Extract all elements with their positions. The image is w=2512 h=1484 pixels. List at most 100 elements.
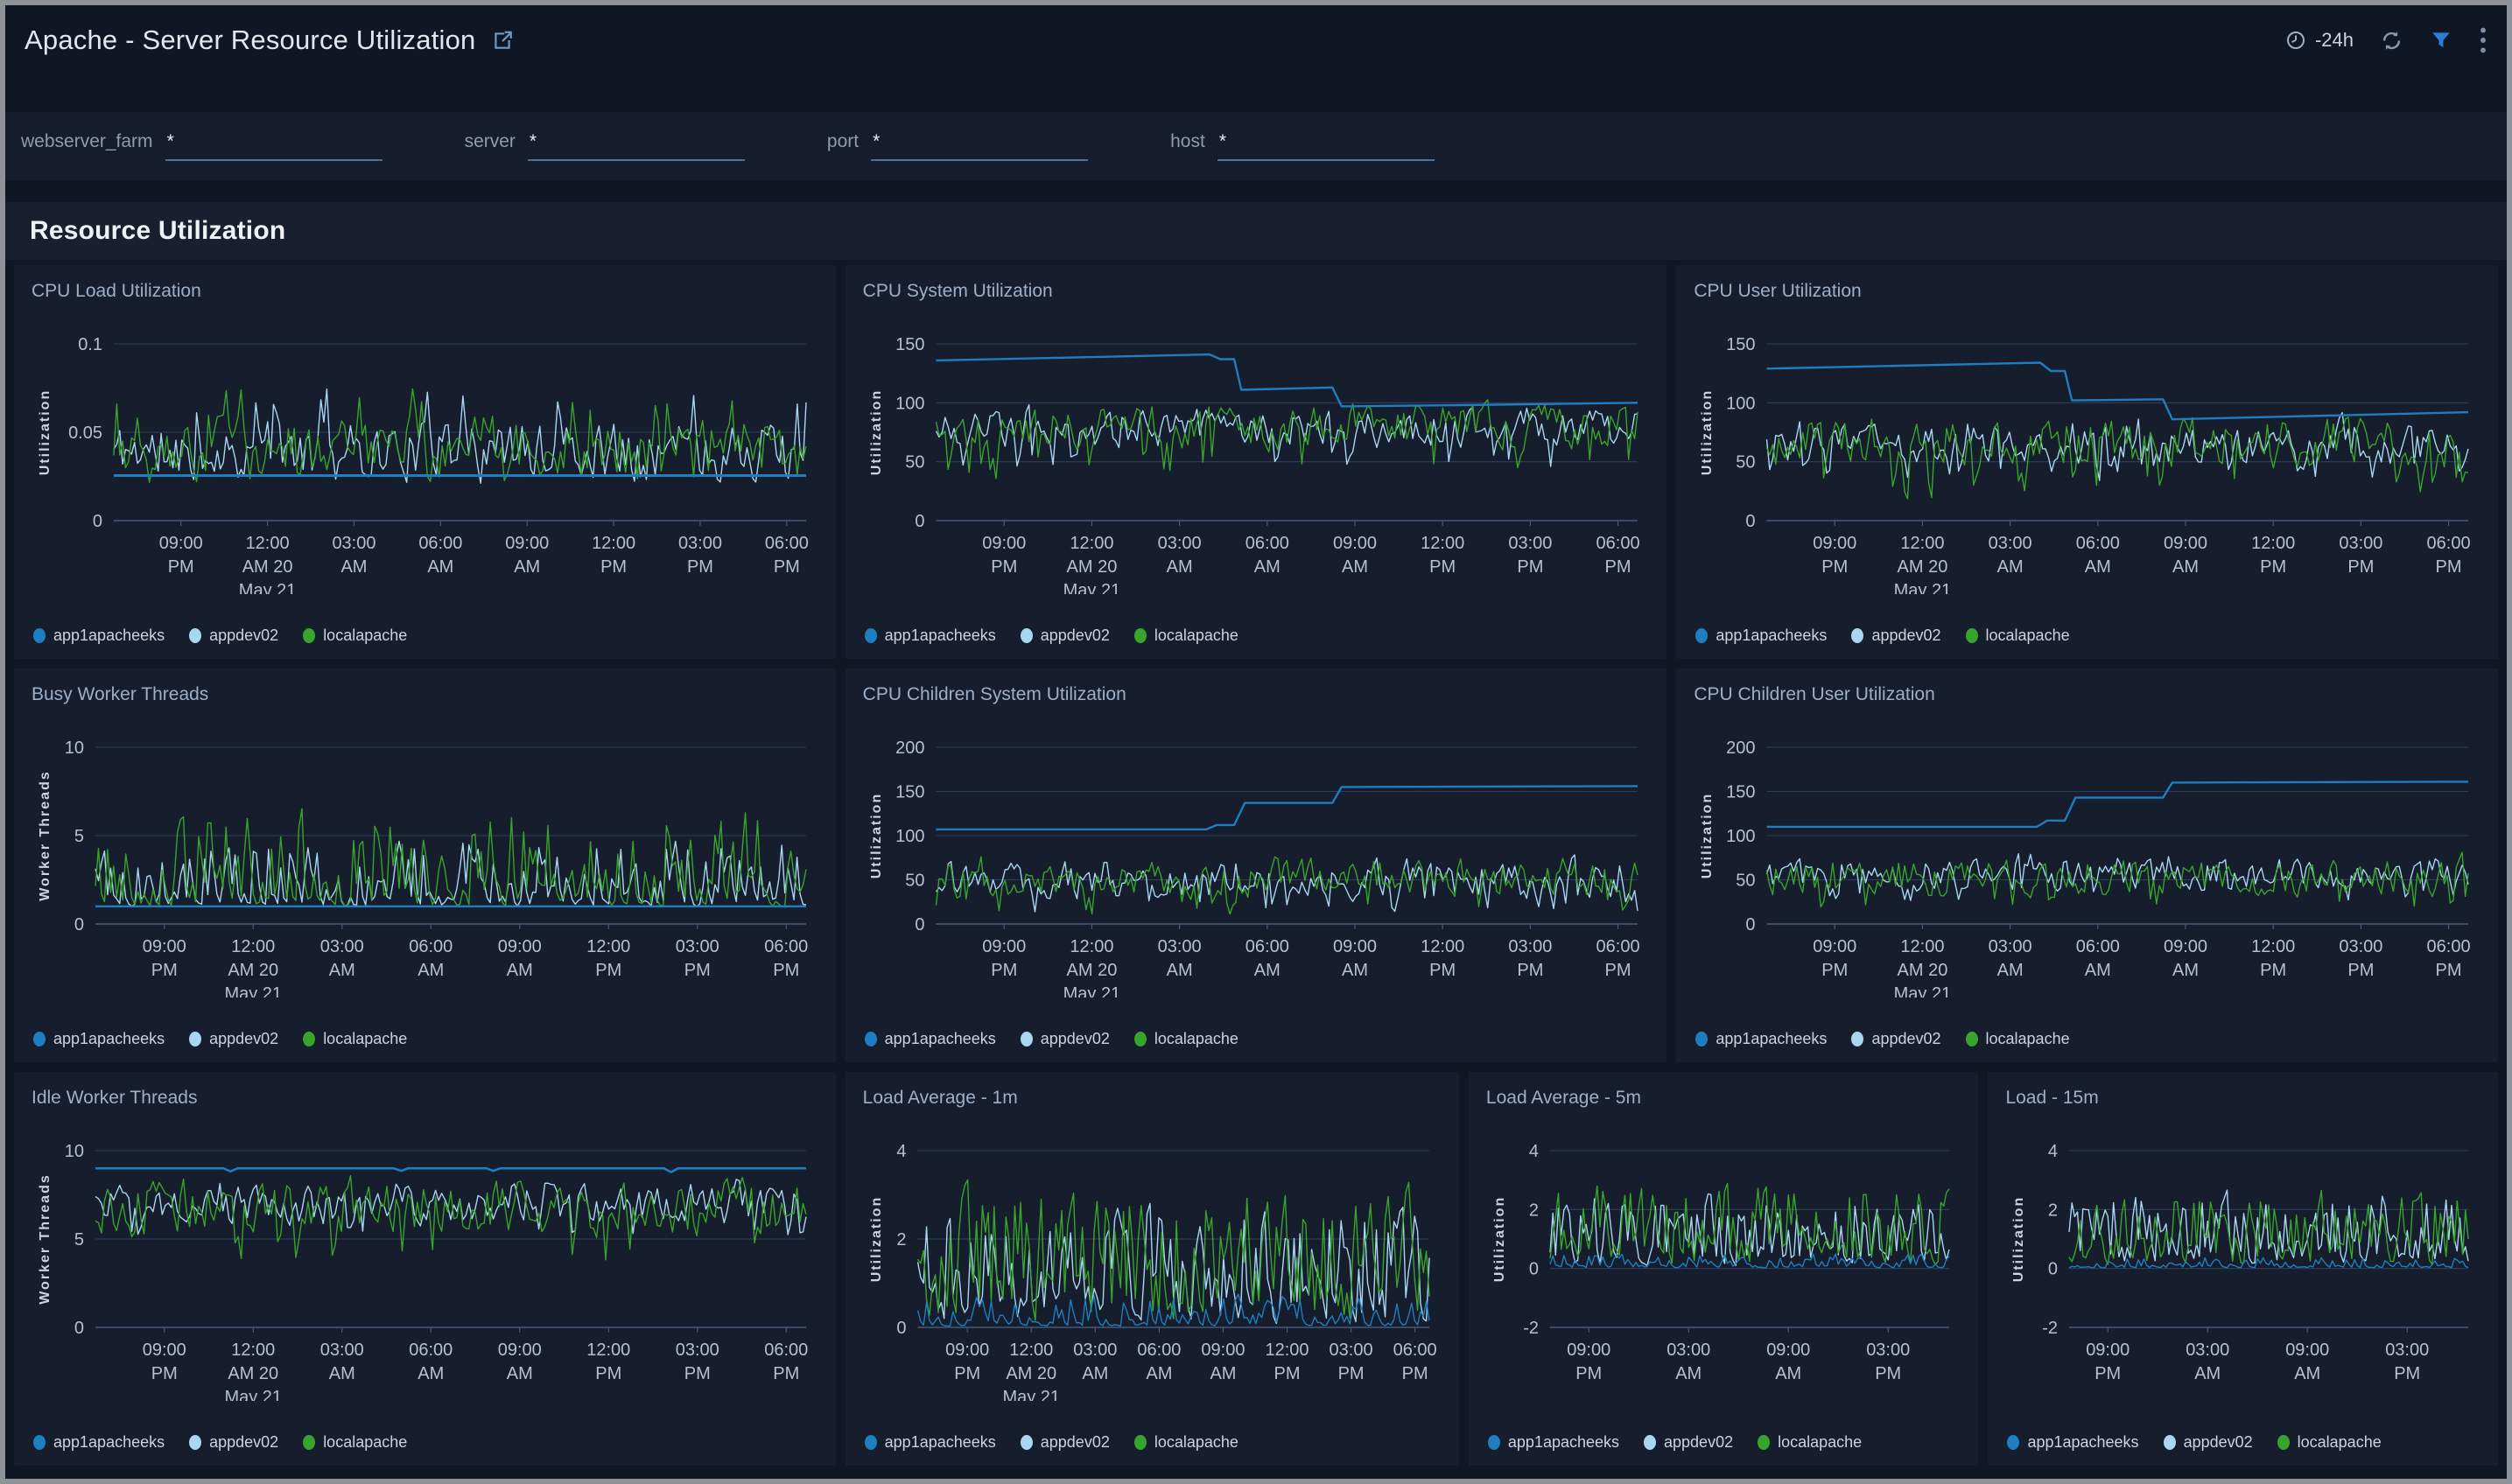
y-axis-label: Utilization bbox=[1492, 1196, 1507, 1282]
series-path-app1apacheeks bbox=[936, 354, 1638, 406]
chart-panel-cpu-user-utilization: CPU User Utilization050100150Utilization… bbox=[1676, 265, 2498, 659]
chart-canvas-load-average-1m[interactable]: 024Utilization09:00PM12:00AM 20May 2103:… bbox=[860, 1110, 1445, 1401]
x-tick-label: AM 20 bbox=[1066, 557, 1117, 577]
legend-item-appdev02[interactable]: appdev02 bbox=[189, 1030, 278, 1048]
chart-title: Load Average - 1m bbox=[863, 1088, 1445, 1109]
legend-item-app1apacheeks[interactable]: app1apacheeks bbox=[1695, 626, 1827, 645]
legend-item-app1apacheeks[interactable]: app1apacheeks bbox=[865, 626, 996, 645]
x-tick-label: PM bbox=[2395, 1364, 2421, 1383]
legend-dot bbox=[1966, 628, 1978, 643]
x-tick-label: PM bbox=[2436, 557, 2462, 577]
legend-dot bbox=[865, 628, 877, 643]
refresh-icon[interactable] bbox=[2380, 29, 2403, 52]
filter-icon[interactable] bbox=[2430, 29, 2452, 52]
legend-item-localapache[interactable]: localapache bbox=[1758, 1433, 1862, 1452]
legend-item-localapache[interactable]: localapache bbox=[1966, 626, 2070, 645]
x-tick-label: PM bbox=[1604, 557, 1631, 577]
legend-label: localapache bbox=[1154, 626, 1238, 645]
chart-panel-busy-worker-threads: Busy Worker Threads0510Worker Threads09:… bbox=[14, 668, 836, 1062]
y-axis-label: Worker Threads bbox=[38, 1173, 53, 1305]
y-tick-label: 10 bbox=[65, 738, 84, 758]
x-tick-label: 03:00 bbox=[1866, 1340, 1910, 1360]
legend-dot bbox=[33, 1435, 46, 1450]
chart-canvas-load-15m[interactable]: -2024Utilization09:00PM03:00AM09:00AM03:… bbox=[2002, 1110, 2484, 1401]
kebab-icon[interactable] bbox=[2479, 26, 2487, 54]
chart-canvas-load-average-5m[interactable]: -2024Utilization09:00PM03:00AM09:00AM03:… bbox=[1483, 1110, 1965, 1401]
legend-item-localapache[interactable]: localapache bbox=[1134, 626, 1238, 645]
filter-input-port[interactable] bbox=[871, 131, 1088, 161]
x-tick-label: May 21 bbox=[1002, 1388, 1060, 1401]
x-tick-label: 12:00 bbox=[1901, 534, 1945, 553]
chart-canvas-cpu-user-utilization[interactable]: 050100150Utilization09:00PM12:00AM 20May… bbox=[1690, 304, 2484, 594]
x-tick-label: AM 20 bbox=[1006, 1364, 1056, 1383]
x-tick-label: AM bbox=[1082, 1364, 1108, 1383]
legend-item-appdev02[interactable]: appdev02 bbox=[1021, 1030, 1110, 1048]
legend-item-localapache[interactable]: localapache bbox=[1966, 1030, 2070, 1048]
chart-title: Load Average - 5m bbox=[1486, 1088, 1965, 1109]
x-tick-label: 09:00 bbox=[2164, 937, 2207, 956]
legend-item-app1apacheeks[interactable]: app1apacheeks bbox=[1488, 1433, 1619, 1452]
legend-item-app1apacheeks[interactable]: app1apacheeks bbox=[2007, 1433, 2138, 1452]
x-tick-label: AM bbox=[2172, 557, 2199, 577]
chart-legend: app1apacheeks appdev02 localapache bbox=[1695, 626, 2484, 645]
legend-item-localapache[interactable]: localapache bbox=[2277, 1433, 2382, 1452]
x-tick-label: PM bbox=[684, 1364, 711, 1383]
legend-dot bbox=[1021, 628, 1033, 643]
chart-canvas-cpu-system-utilization[interactable]: 050100150Utilization09:00PM12:00AM 20May… bbox=[860, 304, 1653, 594]
x-tick-label: AM 20 bbox=[1066, 961, 1117, 980]
legend-item-app1apacheeks[interactable]: app1apacheeks bbox=[865, 1433, 996, 1452]
chart-canvas-busy-worker-threads[interactable]: 0510Worker Threads09:00PM12:00AM 20May 2… bbox=[28, 707, 822, 998]
series-path-localapache bbox=[1767, 417, 2469, 499]
filter-input-host[interactable] bbox=[1217, 131, 1435, 161]
legend-item-appdev02[interactable]: appdev02 bbox=[1851, 626, 1940, 645]
legend-item-localapache[interactable]: localapache bbox=[1134, 1433, 1238, 1452]
chart-panel-cpu-children-system-utilization: CPU Children System Utilization050100150… bbox=[846, 668, 1667, 1062]
chart-canvas-cpu-load-utilization[interactable]: 00.050.1Utilization09:00PM12:00AM 20May … bbox=[28, 304, 822, 594]
y-tick-label: 0.05 bbox=[68, 424, 102, 443]
x-tick-label: 12:00 bbox=[1070, 937, 1113, 956]
legend-item-localapache[interactable]: localapache bbox=[1134, 1030, 1238, 1048]
legend-item-appdev02[interactable]: appdev02 bbox=[189, 1433, 278, 1452]
filter-input-webserver-farm[interactable] bbox=[165, 131, 382, 161]
legend-item-app1apacheeks[interactable]: app1apacheeks bbox=[33, 1030, 165, 1048]
x-tick-label: 12:00 bbox=[231, 937, 275, 956]
legend-label: localapache bbox=[323, 626, 407, 645]
y-tick-label: 0 bbox=[74, 915, 84, 934]
legend-item-appdev02[interactable]: appdev02 bbox=[2164, 1433, 2253, 1452]
legend-label: appdev02 bbox=[1041, 1433, 1110, 1452]
chart-canvas-idle-worker-threads[interactable]: 0510Worker Threads09:00PM12:00AM 20May 2… bbox=[28, 1110, 822, 1401]
y-tick-label: 50 bbox=[905, 872, 924, 891]
share-icon[interactable] bbox=[491, 29, 514, 52]
x-tick-label: 06:00 bbox=[409, 937, 453, 956]
legend-item-app1apacheeks[interactable]: app1apacheeks bbox=[33, 1433, 165, 1452]
legend-dot bbox=[189, 628, 201, 643]
filter-input-server[interactable] bbox=[528, 131, 745, 161]
x-tick-label: 12:00 bbox=[1421, 937, 1464, 956]
legend-item-app1apacheeks[interactable]: app1apacheeks bbox=[33, 626, 165, 645]
time-range-button[interactable]: -24h bbox=[2285, 29, 2354, 52]
legend-label: app1apacheeks bbox=[1716, 1030, 1827, 1048]
legend-label: appdev02 bbox=[2184, 1433, 2253, 1452]
legend-item-app1apacheeks[interactable]: app1apacheeks bbox=[1695, 1030, 1827, 1048]
legend-item-localapache[interactable]: localapache bbox=[303, 1030, 407, 1048]
chart-title: Idle Worker Threads bbox=[32, 1088, 822, 1109]
legend-item-appdev02[interactable]: appdev02 bbox=[1851, 1030, 1940, 1048]
legend-item-appdev02[interactable]: appdev02 bbox=[1644, 1433, 1733, 1452]
x-tick-label: 12:00 bbox=[246, 534, 290, 553]
x-tick-label: AM bbox=[1675, 1364, 1702, 1383]
legend-item-localapache[interactable]: localapache bbox=[303, 626, 407, 645]
x-tick-label: 03:00 bbox=[2186, 1340, 2230, 1360]
chart-canvas-cpu-children-system-utilization[interactable]: 050100150200Utilization09:00PM12:00AM 20… bbox=[860, 707, 1653, 998]
chart-panel-idle-worker-threads: Idle Worker Threads0510Worker Threads09:… bbox=[14, 1072, 836, 1466]
legend-item-appdev02[interactable]: appdev02 bbox=[1021, 1433, 1110, 1452]
legend-dot bbox=[33, 628, 46, 643]
legend-item-localapache[interactable]: localapache bbox=[303, 1433, 407, 1452]
x-tick-label: 06:00 bbox=[1245, 534, 1288, 553]
legend-item-app1apacheeks[interactable]: app1apacheeks bbox=[865, 1030, 996, 1048]
y-tick-label: 0 bbox=[74, 1319, 84, 1338]
chart-legend: app1apacheeks appdev02 localapache bbox=[1488, 1433, 1965, 1452]
series-path-app1apacheeks bbox=[936, 786, 1638, 830]
legend-item-appdev02[interactable]: appdev02 bbox=[1021, 626, 1110, 645]
chart-canvas-cpu-children-user-utilization[interactable]: 050100150200Utilization09:00PM12:00AM 20… bbox=[1690, 707, 2484, 998]
legend-item-appdev02[interactable]: appdev02 bbox=[189, 626, 278, 645]
